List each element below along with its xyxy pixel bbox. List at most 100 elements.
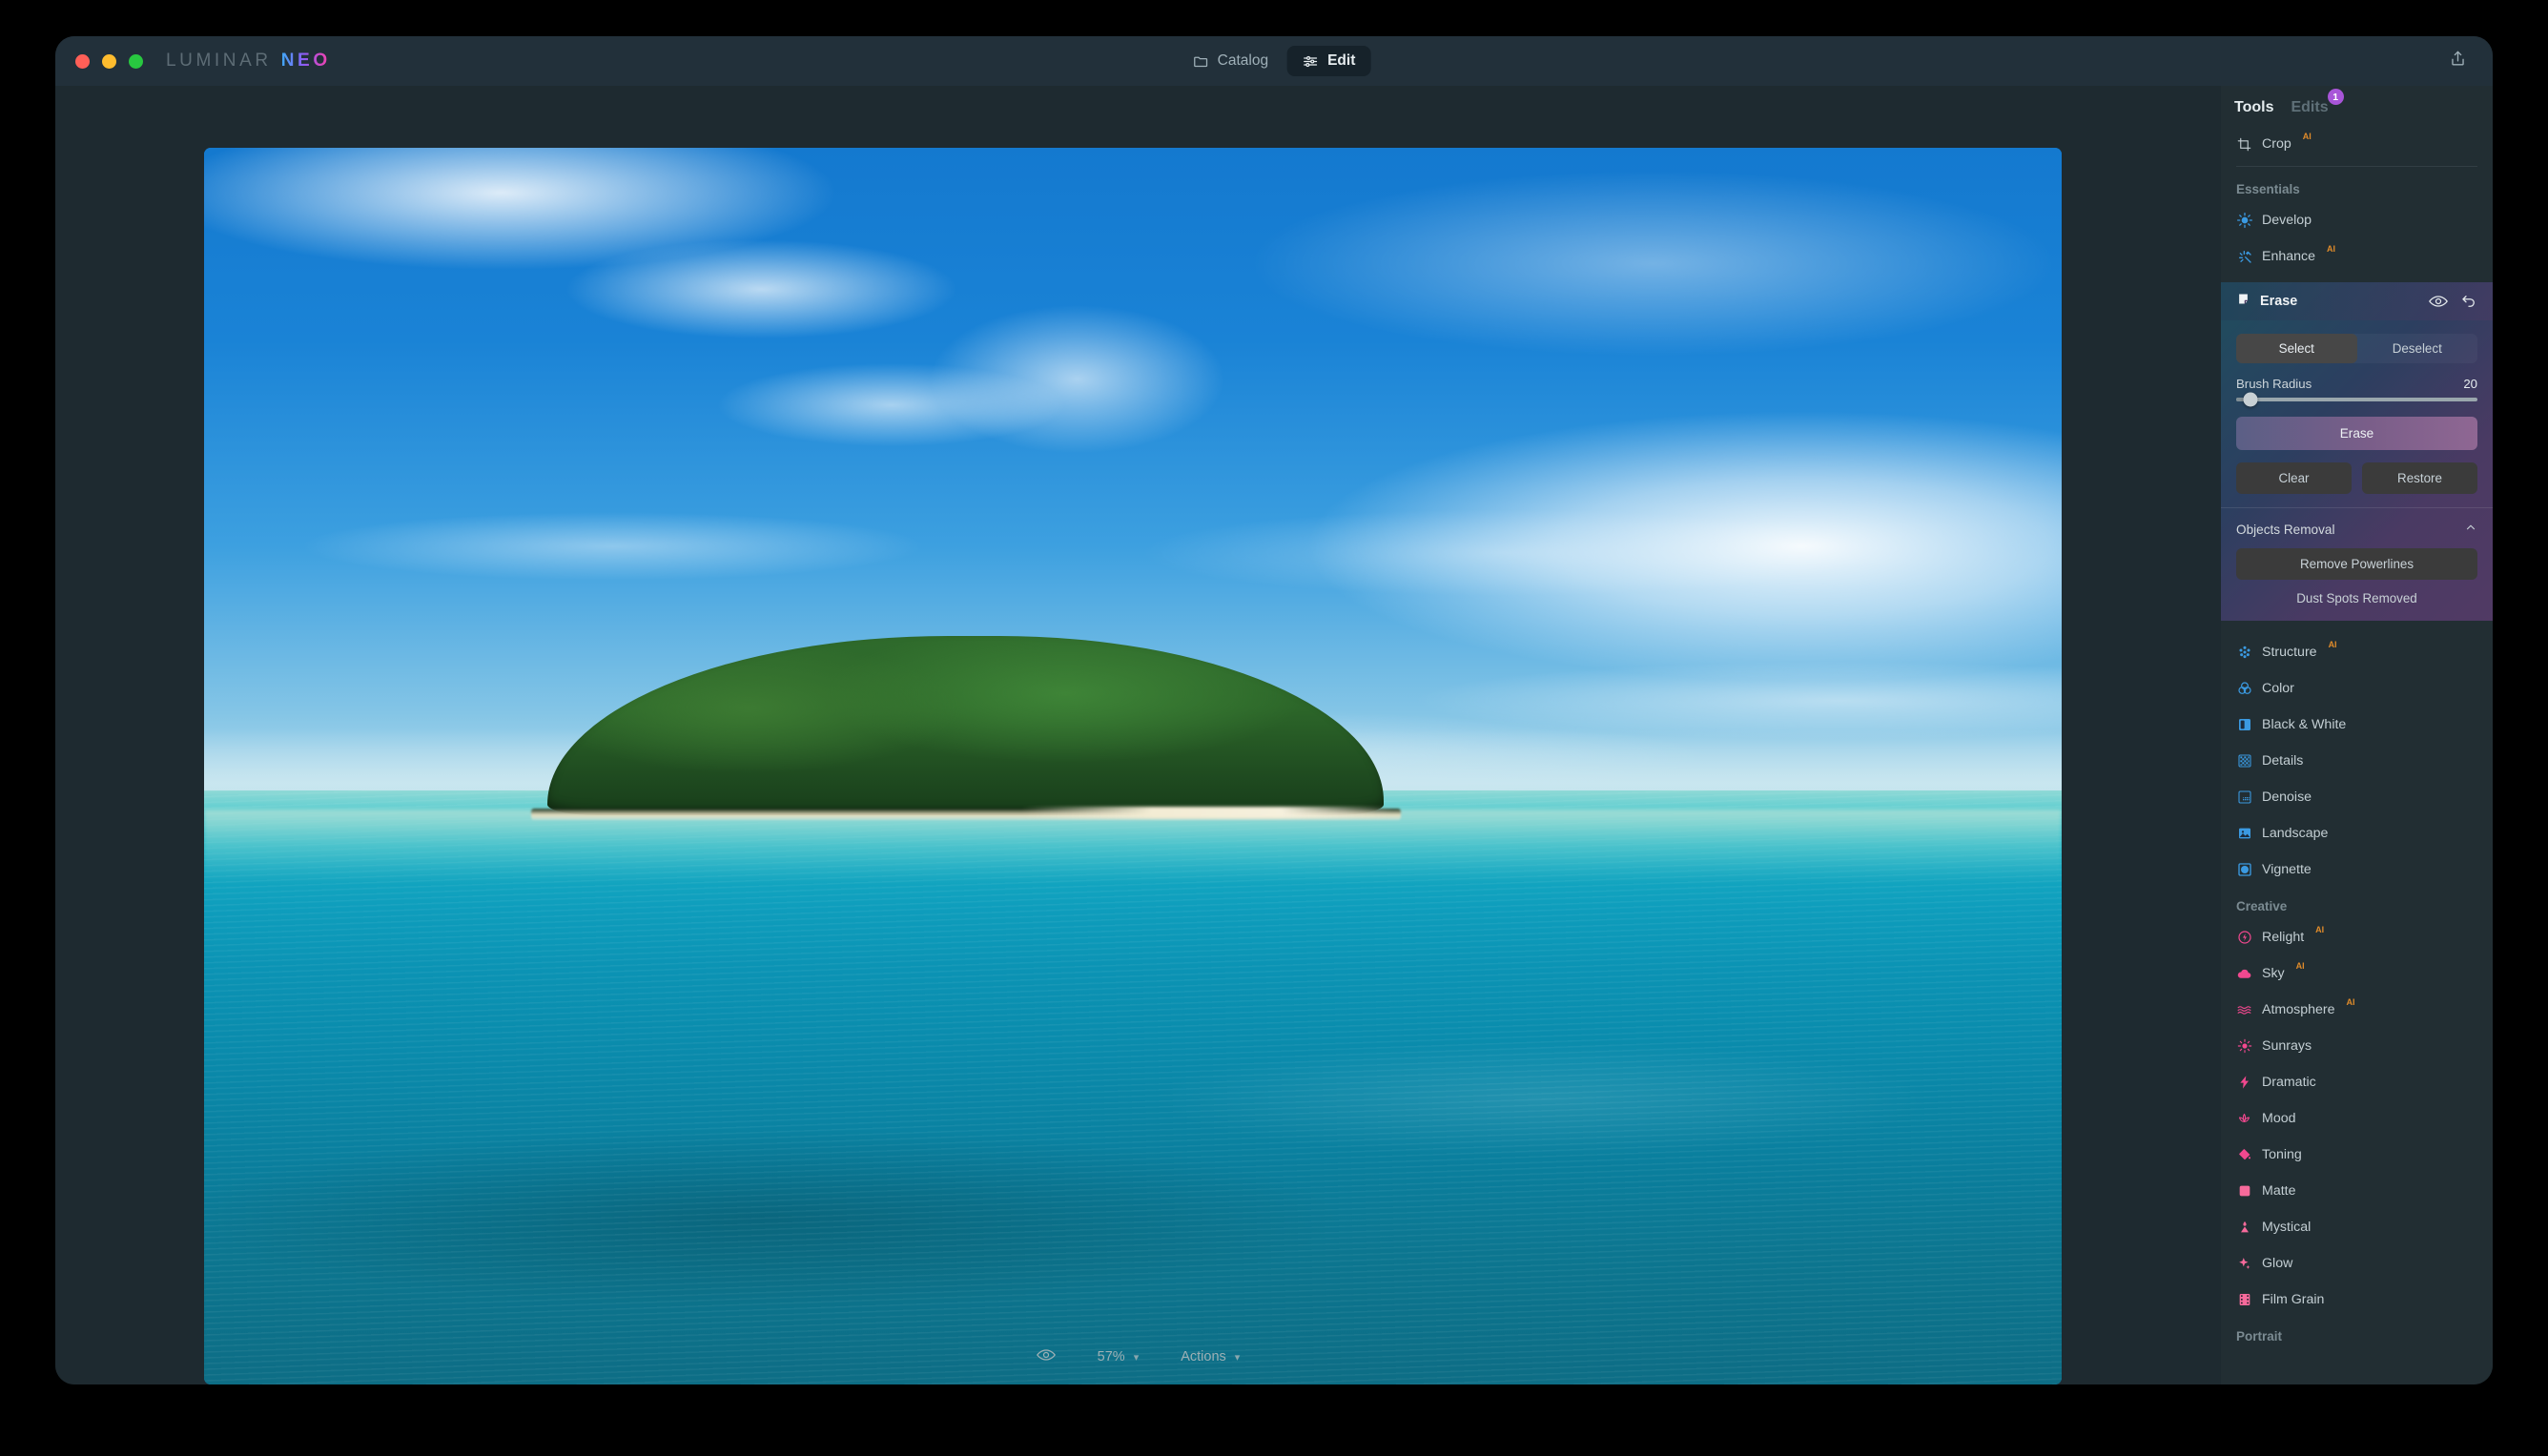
tool-item-landscape[interactable]: Landscape	[2221, 815, 2493, 851]
tool-item-structure[interactable]: Structure AI	[2221, 634, 2493, 670]
tab-edits[interactable]: Edits 1	[2291, 89, 2344, 116]
tool-item-black-white[interactable]: Black & White	[2221, 707, 2493, 743]
tab-edit-label: Edit	[1327, 52, 1356, 69]
tool-item-enhance-label: Enhance	[2262, 249, 2316, 264]
erase-mode-segmented: Select Deselect	[2236, 334, 2477, 363]
tool-item-mood[interactable]: Mood	[2221, 1100, 2493, 1137]
tool-item-develop[interactable]: Develop	[2221, 202, 2493, 238]
tool-item-matte[interactable]: Matte	[2221, 1173, 2493, 1209]
tool-item-dramatic-label: Dramatic	[2262, 1075, 2316, 1090]
matte-square-icon	[2236, 1183, 2252, 1200]
ai-badge: AI	[2328, 640, 2337, 649]
preview-toggle-button[interactable]	[1036, 1348, 1056, 1365]
tab-catalog-label: Catalog	[1217, 52, 1269, 69]
erase-visibility-toggle[interactable]	[2428, 291, 2449, 312]
tool-item-mystical[interactable]: Mystical	[2221, 1209, 2493, 1245]
zoom-level-dropdown[interactable]: 57% ▾	[1098, 1349, 1140, 1364]
workspace: 57% ▾ Actions ▾ Tools Edits 1 Crop AI Es…	[55, 86, 2493, 1384]
tool-item-landscape-label: Landscape	[2262, 826, 2329, 841]
remove-powerlines-button[interactable]: Remove Powerlines	[2236, 548, 2477, 580]
ai-badge: AI	[2295, 961, 2305, 971]
tool-item-matte-label: Matte	[2262, 1183, 2296, 1199]
tool-item-mood-label: Mood	[2262, 1111, 2296, 1126]
photo-preview[interactable]	[204, 148, 2062, 1384]
photo-beach	[1021, 807, 1393, 818]
clear-button[interactable]: Clear	[2236, 462, 2352, 494]
objects-removal-header[interactable]: Objects Removal	[2221, 508, 2493, 548]
minimize-window-button[interactable]	[102, 53, 116, 69]
tool-item-structure-label: Structure	[2262, 645, 2317, 660]
tool-item-enhance[interactable]: Enhance AI	[2221, 238, 2493, 275]
app-logo: LUMINAR NEO	[166, 51, 331, 72]
structure-dots-icon	[2236, 645, 2252, 661]
maximize-window-button[interactable]	[129, 53, 143, 69]
dust-spots-status: Dust Spots Removed	[2296, 591, 2417, 605]
erase-reset-button[interactable]	[2458, 291, 2479, 312]
tool-item-crop[interactable]: Crop AI	[2221, 126, 2493, 162]
actions-dropdown[interactable]: Actions ▾	[1181, 1349, 1240, 1364]
tab-edit[interactable]: Edit	[1287, 46, 1371, 76]
tool-item-film-grain-label: Film Grain	[2262, 1292, 2325, 1307]
tool-item-denoise[interactable]: Denoise	[2221, 779, 2493, 815]
mode-tabs: Catalog Edit	[1178, 46, 1371, 76]
develop-sun-icon	[2236, 213, 2252, 229]
tool-item-denoise-label: Denoise	[2262, 790, 2312, 805]
tool-item-dramatic[interactable]: Dramatic	[2221, 1064, 2493, 1100]
close-window-button[interactable]	[75, 53, 90, 69]
panel-divider	[2236, 166, 2477, 167]
zoom-level-value: 57%	[1097, 1349, 1125, 1364]
tool-item-black-white-label: Black & White	[2262, 717, 2347, 732]
chevron-up-icon[interactable]	[2464, 521, 2477, 539]
erase-card-body: Select Deselect Brush Radius 20 Erase Cl…	[2221, 320, 2493, 507]
sky-cloud-icon	[2236, 966, 2252, 982]
landscape-photo-icon	[2236, 826, 2252, 842]
tools-panel-scroll[interactable]: Tools Edits 1 Crop AI Essentials Develop…	[2221, 86, 2493, 1384]
titlebar: LUMINAR NEO Catalog Edit	[55, 36, 2493, 86]
tab-catalog[interactable]: Catalog	[1178, 46, 1284, 76]
tool-item-vignette[interactable]: Vignette	[2221, 851, 2493, 888]
tool-item-color-label: Color	[2262, 681, 2294, 696]
erase-card-header[interactable]: Erase	[2221, 282, 2493, 320]
tool-item-sunrays[interactable]: Sunrays	[2221, 1028, 2493, 1064]
erase-eraser-icon	[2236, 292, 2250, 311]
brand-primary: LUMINAR	[166, 51, 272, 71]
panel-tabs: Tools Edits 1	[2221, 86, 2493, 126]
tool-item-sky[interactable]: Sky AI	[2221, 955, 2493, 992]
tab-edits-label: Edits	[2291, 99, 2329, 115]
canvas-area[interactable]: 57% ▾ Actions ▾	[55, 86, 2221, 1384]
tool-item-toning[interactable]: Toning	[2221, 1137, 2493, 1173]
tool-item-toning-label: Toning	[2262, 1147, 2302, 1162]
erase-button[interactable]: Erase	[2236, 417, 2477, 450]
tool-item-film-grain[interactable]: Film Grain	[2221, 1282, 2493, 1318]
tools-panel[interactable]: Tools Edits 1 Crop AI Essentials Develop…	[2221, 86, 2493, 1384]
tool-item-color[interactable]: Color	[2221, 670, 2493, 707]
ai-badge: AI	[2346, 997, 2355, 1007]
tool-item-glow[interactable]: Glow	[2221, 1245, 2493, 1282]
tool-item-sunrays-label: Sunrays	[2262, 1038, 2312, 1054]
erase-mode-deselect[interactable]: Deselect	[2357, 334, 2478, 363]
tool-item-details[interactable]: Details	[2221, 743, 2493, 779]
share-upload-icon	[2449, 50, 2467, 72]
brush-radius-slider[interactable]	[2236, 392, 2477, 407]
section-portrait: Portrait	[2236, 1329, 2283, 1343]
folder-icon	[1193, 53, 1209, 70]
share-button[interactable]	[2443, 47, 2472, 75]
glow-sparkle-icon	[2236, 1256, 2252, 1272]
tool-item-crop-label: Crop	[2262, 136, 2291, 152]
brush-radius-knob[interactable]	[2243, 392, 2258, 407]
erase-mode-select[interactable]: Select	[2236, 334, 2357, 363]
tool-item-atmosphere[interactable]: Atmosphere AI	[2221, 992, 2493, 1028]
tab-tools[interactable]: Tools	[2234, 99, 2273, 116]
tool-item-relight[interactable]: Relight AI	[2221, 919, 2493, 955]
relight-bolt-icon	[2236, 930, 2252, 946]
objects-removal-label: Objects Removal	[2236, 523, 2335, 537]
canvas-toolbar: 57% ▾ Actions ▾	[55, 1329, 2221, 1384]
mood-lotus-icon	[2236, 1111, 2252, 1127]
edits-count-badge: 1	[2327, 89, 2344, 105]
tool-item-relight-label: Relight	[2262, 930, 2305, 945]
photo-shallow-water	[204, 809, 2062, 884]
toning-bucket-icon	[2236, 1147, 2252, 1163]
restore-button[interactable]: Restore	[2362, 462, 2477, 494]
chevron-down-icon: ▾	[1133, 1351, 1140, 1364]
